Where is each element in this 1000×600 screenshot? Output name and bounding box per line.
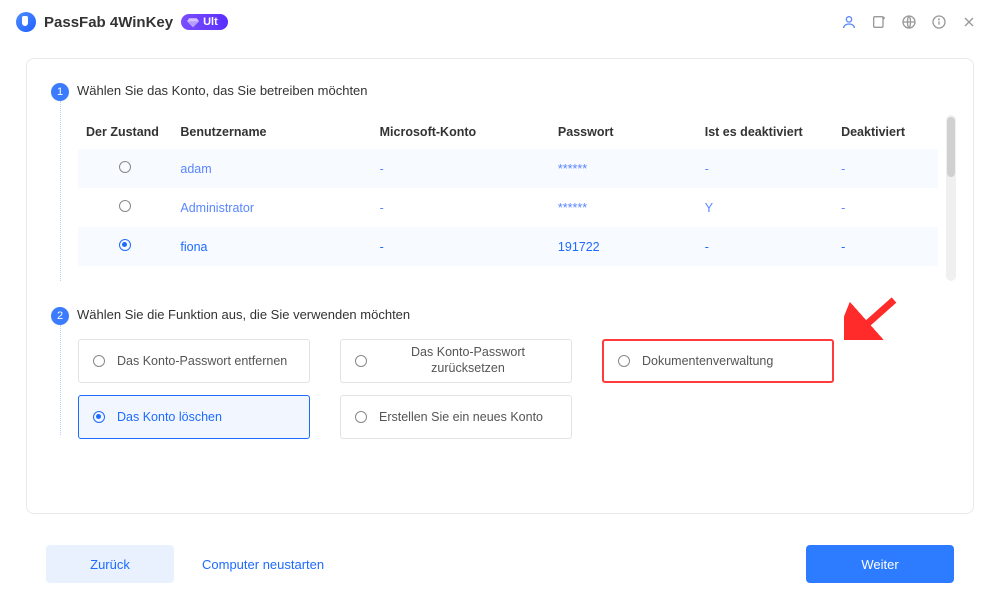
back-button[interactable]: Zurück (46, 545, 174, 583)
info-icon[interactable] (924, 7, 954, 37)
close-icon[interactable] (954, 7, 984, 37)
footer: Zurück Computer neustarten Weiter (0, 528, 1000, 600)
th-user: Benutzername (172, 115, 371, 149)
edition-badge-text: Ult (203, 16, 218, 28)
row-radio[interactable] (119, 239, 131, 251)
cell-disabled: - (697, 227, 833, 266)
step-1-badge: 1 (51, 83, 69, 101)
row-radio[interactable] (119, 200, 131, 212)
app-logo-icon (16, 12, 36, 32)
th-ms: Microsoft-Konto (372, 115, 550, 149)
th-disabled: Ist es deaktiviert (697, 115, 833, 149)
app-title: PassFab 4WinKey (44, 14, 173, 31)
option-label: Dokumentenverwaltung (642, 354, 773, 368)
restart-link[interactable]: Computer neustarten (202, 557, 324, 572)
cell-user: Administrator (172, 188, 371, 227)
options-grid: Das Konto-Passwort entfernen Das Konto-P… (78, 339, 834, 439)
step-connector (60, 325, 61, 435)
table-row[interactable]: Administrator - ****** Y - (78, 188, 938, 227)
option-remove-password[interactable]: Das Konto-Passwort entfernen (78, 339, 310, 383)
option-reset-password[interactable]: Das Konto-Passwort zurücksetzen (340, 339, 572, 383)
titlebar: PassFab 4WinKey Ult (0, 0, 1000, 44)
cell-ms: - (372, 188, 550, 227)
step-2-label: Wählen Sie die Funktion aus, die Sie ver… (77, 307, 410, 322)
globe-icon[interactable] (894, 7, 924, 37)
cell-deak: - (833, 149, 938, 188)
option-label: Das Konto-Passwort entfernen (117, 354, 287, 368)
option-document-management[interactable]: Dokumentenverwaltung (602, 339, 834, 383)
option-radio[interactable] (355, 411, 367, 423)
main-card: 1 Wählen Sie das Konto, das Sie betreibe… (26, 58, 974, 514)
option-radio[interactable] (93, 355, 105, 367)
step-2-badge: 2 (51, 307, 69, 325)
cell-disabled: Y (697, 188, 833, 227)
row-radio[interactable] (119, 161, 131, 173)
option-radio[interactable] (93, 411, 105, 423)
accounts-table: Der Zustand Benutzername Microsoft-Konto… (78, 115, 938, 266)
table-row[interactable]: fiona - 191722 - - (78, 227, 938, 266)
cell-ms: - (372, 149, 550, 188)
th-pw: Passwort (550, 115, 697, 149)
option-label: Das Konto löschen (117, 410, 222, 424)
cell-user: fiona (172, 227, 371, 266)
scrollbar-thumb[interactable] (947, 117, 955, 177)
next-button[interactable]: Weiter (806, 545, 954, 583)
option-delete-account[interactable]: Das Konto löschen (78, 395, 310, 439)
edition-badge: Ult (181, 14, 228, 30)
option-label: Erstellen Sie ein neues Konto (379, 410, 543, 424)
account-icon[interactable] (834, 7, 864, 37)
step-connector (60, 101, 61, 281)
cell-deak: - (833, 188, 938, 227)
cell-ms: - (372, 227, 550, 266)
option-create-account[interactable]: Erstellen Sie ein neues Konto (340, 395, 572, 439)
step-1-label: Wählen Sie das Konto, das Sie betreiben … (77, 83, 368, 98)
step-1-header: 1 Wählen Sie das Konto, das Sie betreibe… (51, 83, 949, 101)
diamond-icon (187, 16, 199, 28)
cell-pw: 191722 (550, 227, 697, 266)
cell-user: adam (172, 149, 371, 188)
th-deak: Deaktiviert (833, 115, 938, 149)
cell-disabled: - (697, 149, 833, 188)
th-state: Der Zustand (78, 115, 172, 149)
cell-deak: - (833, 227, 938, 266)
table-scrollbar[interactable] (946, 115, 956, 281)
feedback-icon[interactable] (864, 7, 894, 37)
option-label: Das Konto-Passwort zurücksetzen (379, 345, 557, 376)
option-radio[interactable] (355, 355, 367, 367)
accounts-table-wrap: Der Zustand Benutzername Microsoft-Konto… (78, 115, 938, 281)
step-2-header: 2 Wählen Sie die Funktion aus, die Sie v… (51, 307, 949, 325)
option-radio[interactable] (618, 355, 630, 367)
cell-pw: ****** (550, 188, 697, 227)
cell-pw: ****** (550, 149, 697, 188)
table-row[interactable]: adam - ****** - - (78, 149, 938, 188)
